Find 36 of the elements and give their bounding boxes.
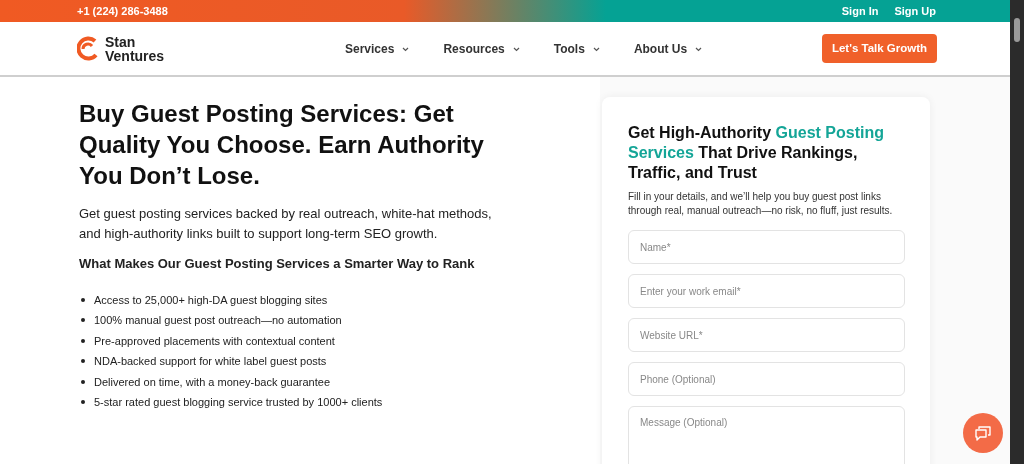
chat-icon xyxy=(974,424,992,442)
scrollbar[interactable] xyxy=(1010,0,1024,464)
nav-item[interactable]: Services xyxy=(345,39,410,58)
input-field[interactable]: Phone (Optional) xyxy=(628,362,905,396)
bullet-icon xyxy=(81,297,85,302)
feature-text: 100% manual guest post outreach—no automation xyxy=(94,313,342,328)
input-field[interactable]: Website URL* xyxy=(628,318,905,352)
feature-text: Pre-approved placements with contextual content xyxy=(94,333,335,349)
feature-text: Delivered on time, with a money-back guarantee xyxy=(94,374,330,390)
caret-icon xyxy=(592,47,600,52)
bullet-icon xyxy=(81,318,85,322)
nav-item[interactable]: Tools xyxy=(553,39,600,58)
message-field[interactable]: Message (Optional) xyxy=(628,406,905,464)
nav-item[interactable]: About Us xyxy=(633,39,703,58)
hero-title: Buy Guest Posting Services: Get Quality You Choose. Earn Authority You Don’t Lose. xyxy=(79,99,485,191)
caret-icon xyxy=(402,47,410,52)
caret-icon xyxy=(695,47,703,52)
caret-icon xyxy=(512,47,520,52)
phone-number: +1 (224) 286-3488 xyxy=(77,3,168,19)
bullet-icon xyxy=(81,400,85,404)
form-title: Get High-Authority Guest Posting Services That Drive Rankings, Traffic, and Trust xyxy=(628,123,885,183)
form-intro: Fill in your details, and we’ll help you buy guest post links through real, manual outreach—no risk, no fluff, just results. xyxy=(628,190,894,218)
bullet-icon xyxy=(81,379,85,384)
input-field[interactable]: Name* xyxy=(628,230,905,264)
nav-item[interactable]: Resources xyxy=(443,39,520,58)
logo-text: Ventures xyxy=(105,48,165,63)
input-field[interactable]: Enter your work email* xyxy=(628,274,905,308)
hero-lead: Get guest posting services backed by real outreach, white-hat methods, and high-authority links built to support long-term SEO growth. xyxy=(79,205,493,243)
feature-text: 5-star rated guest blogging service trusted by 1000+ clients xyxy=(94,395,383,410)
bullet-icon xyxy=(81,338,85,343)
logo-text: Stan xyxy=(105,34,137,49)
section-subtitle: What Makes Our Guest Posting Services a Smarter Way to Rank xyxy=(79,255,476,273)
bullet-icon xyxy=(81,359,85,363)
feature-text: NDA-backed support for white label guest posts xyxy=(94,354,327,369)
logo-icon xyxy=(77,35,99,62)
feature-text: Access to 25,000+ high-DA guest blogging sites xyxy=(94,292,328,308)
